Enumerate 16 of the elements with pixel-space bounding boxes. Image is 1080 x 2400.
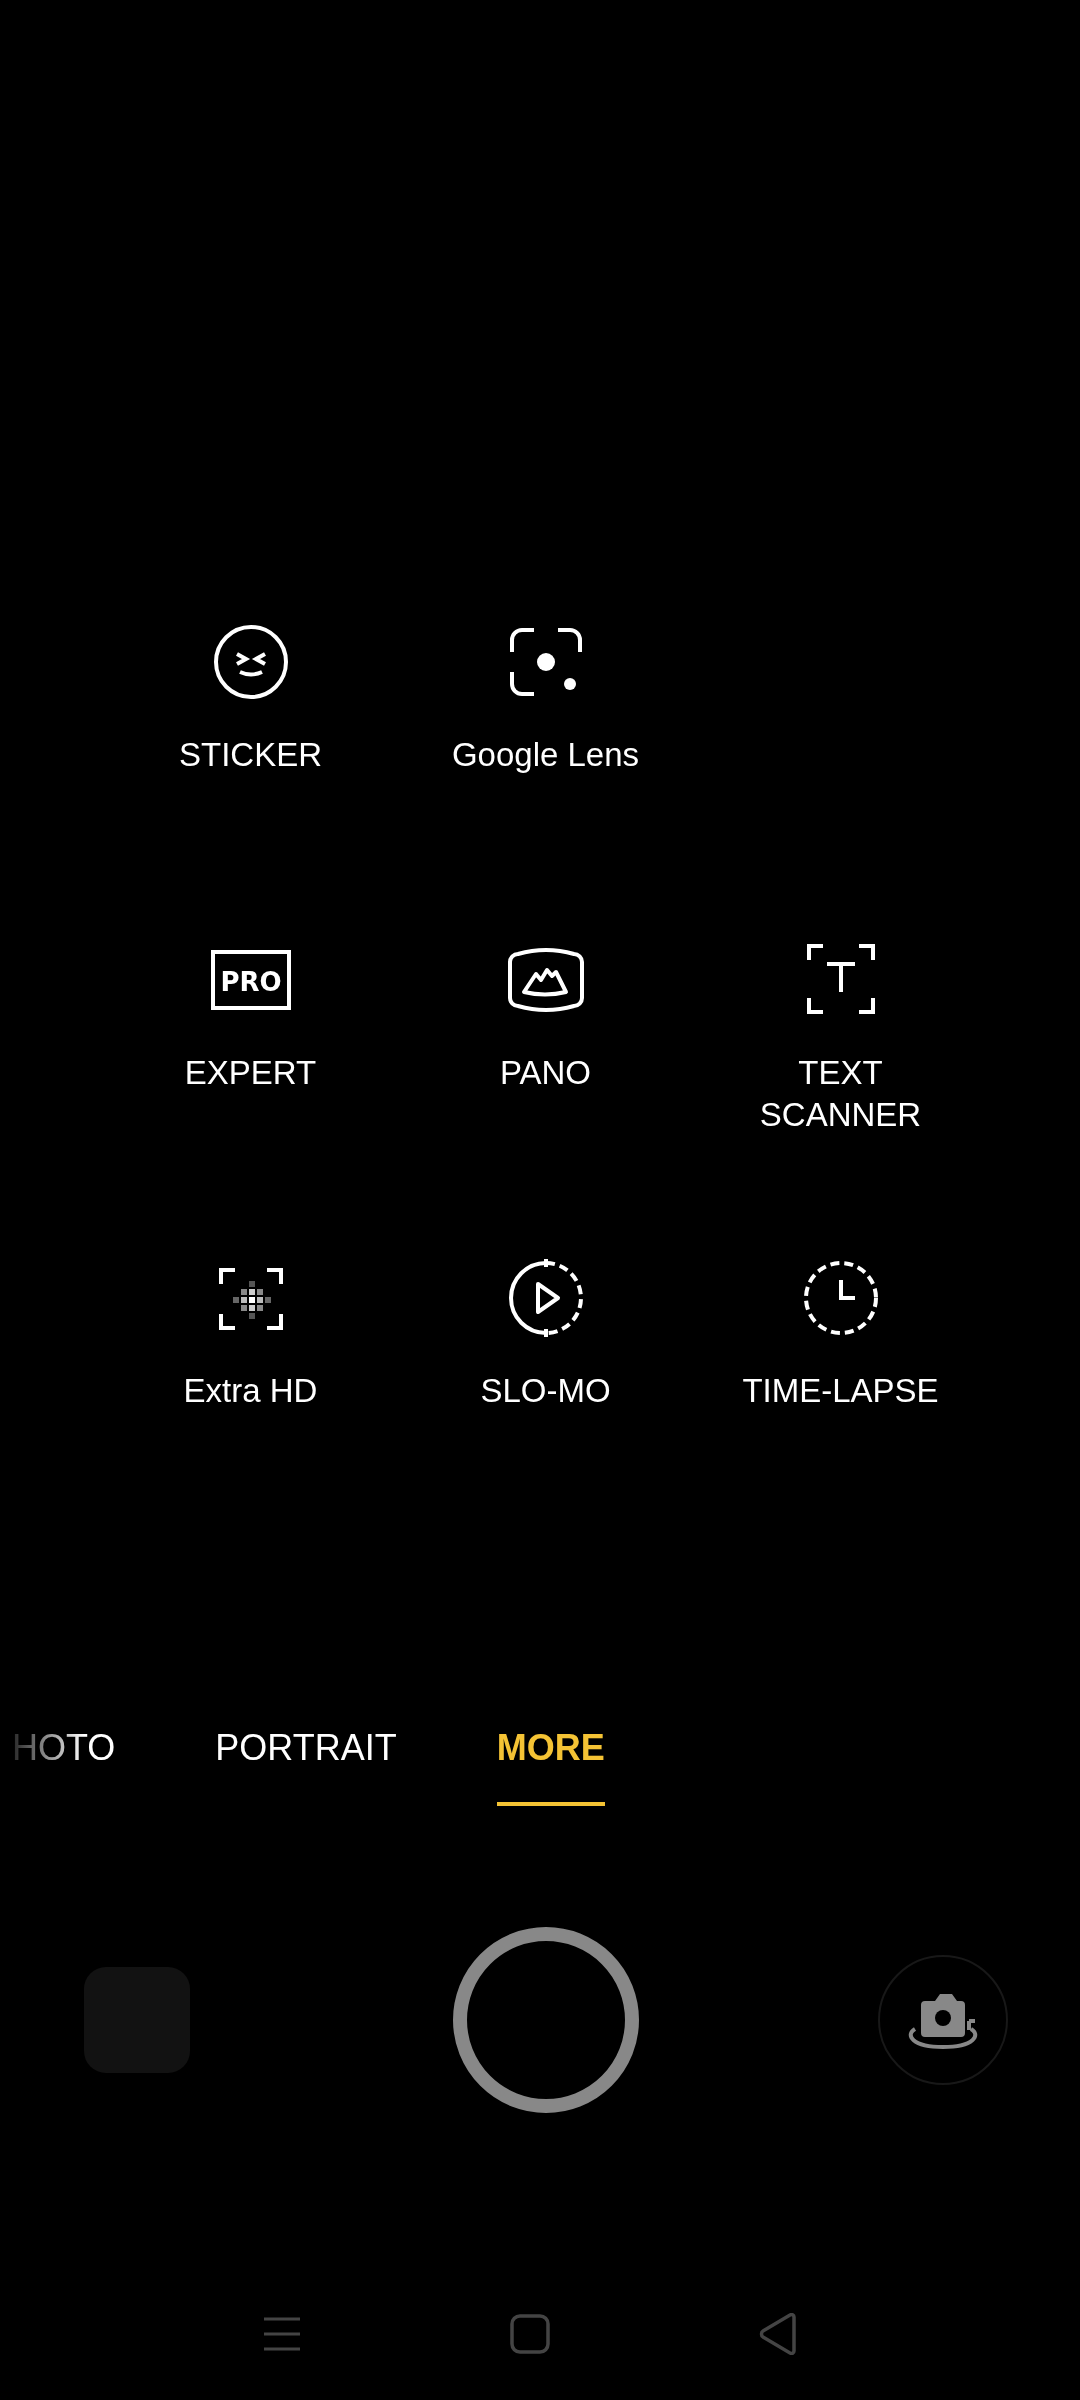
mode-button[interactable]: TEXT SCANNER xyxy=(725,940,956,1136)
mode-tab[interactable]: PORTRAIT xyxy=(215,1726,397,1806)
mode-button[interactable]: SLO-MO xyxy=(430,1258,661,1412)
home-button[interactable] xyxy=(510,2314,550,2354)
menu-icon[interactable] xyxy=(262,2317,302,2351)
mode-button[interactable]: Extra HD xyxy=(135,1258,366,1412)
back-button[interactable] xyxy=(758,2313,798,2355)
mode-button[interactable]: TIME-LAPSE xyxy=(725,1258,956,1412)
mode-tab[interactable]: HOTO xyxy=(12,1726,116,1806)
switch-camera-button[interactable] xyxy=(878,1955,1008,2085)
mode-button[interactable]: PRO EXPERT xyxy=(135,940,366,1094)
mode-button[interactable]: PANO xyxy=(430,940,661,1094)
mode-tab[interactable]: MORE xyxy=(496,1726,605,1806)
mode-button[interactable]: Google Lens xyxy=(430,622,661,776)
shutter-button[interactable] xyxy=(453,1927,639,2113)
mode-button[interactable]: STICKER xyxy=(135,622,366,776)
